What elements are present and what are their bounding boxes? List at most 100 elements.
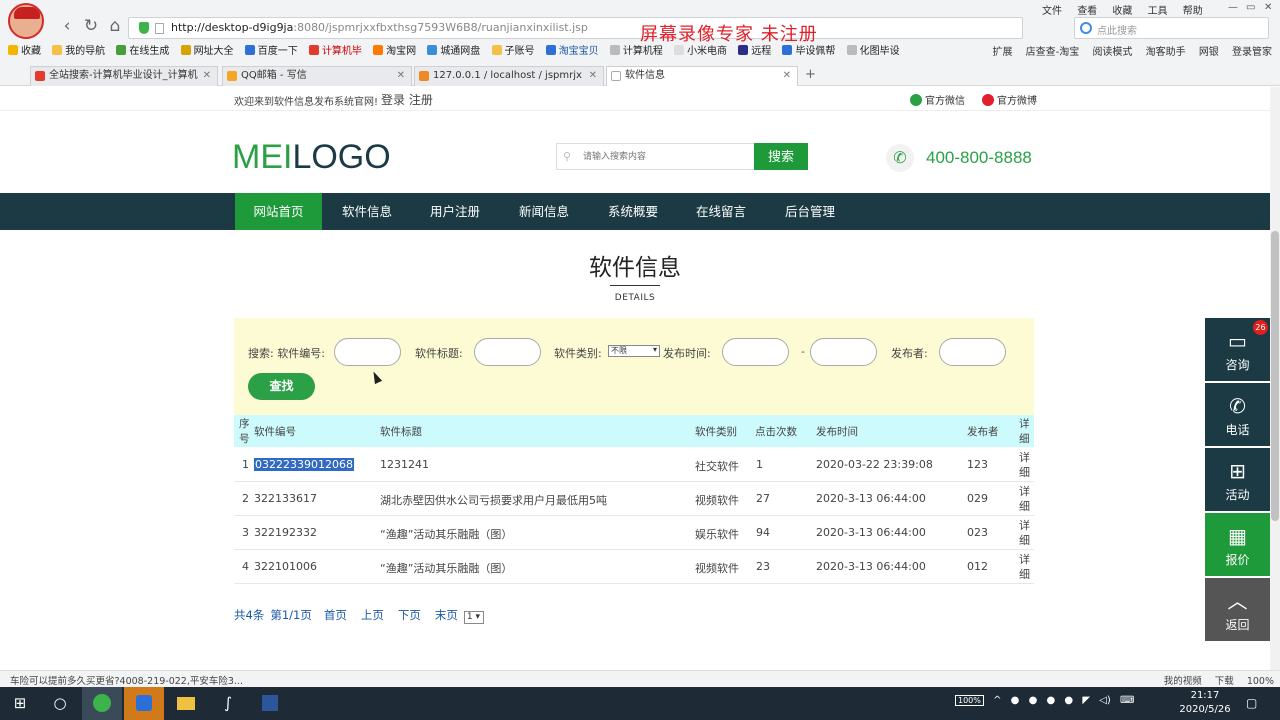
close-window-icon[interactable]: ✕ xyxy=(1264,2,1272,13)
detail-link[interactable]: 详细 xyxy=(1019,552,1031,582)
notification-icon[interactable]: ▢ xyxy=(1246,696,1257,710)
extension-button[interactable]: 网银 xyxy=(1199,47,1219,58)
bookmark-item[interactable]: 小米电商 xyxy=(674,43,727,61)
prev-page-link[interactable]: 上页 xyxy=(361,608,384,622)
address-bar[interactable]: http://desktop-d9ig9ja:8080/jspmrjxxfbxt… xyxy=(128,17,1023,39)
scrollbar-thumb[interactable] xyxy=(1271,231,1279,521)
bookmark-item[interactable]: 收藏 xyxy=(8,43,41,61)
start-icon[interactable]: ⊞ xyxy=(0,687,40,720)
new-tab-icon[interactable]: + xyxy=(805,67,816,82)
menu-tools[interactable]: 工具 xyxy=(1148,6,1168,17)
bookmark-item[interactable]: 子账号 xyxy=(491,43,535,61)
eclipse-icon[interactable]: ∫ xyxy=(208,687,248,720)
float-activity-button[interactable]: ⊞ 活动 xyxy=(1205,448,1270,511)
ad-ticker[interactable]: 车险可以提前多久买更省?4008-219-022,平安车险3... xyxy=(10,673,243,687)
nav-news[interactable]: 新闻信息 xyxy=(503,193,585,230)
nav-overview[interactable]: 系统概要 xyxy=(592,193,674,230)
bookmark-item[interactable]: 网址大全 xyxy=(180,43,234,61)
first-page-link[interactable]: 首页 xyxy=(324,608,347,622)
page-scrollbar[interactable] xyxy=(1270,87,1280,670)
close-tab-icon[interactable]: ✕ xyxy=(397,67,405,85)
close-tab-icon[interactable]: ✕ xyxy=(589,67,597,85)
bookmark-item[interactable]: 化图毕设 xyxy=(846,43,900,61)
tray-app-icon[interactable]: ● xyxy=(1064,695,1073,706)
weibo-link[interactable]: 官方微博 xyxy=(982,92,1037,107)
url-text[interactable]: http://desktop-d9ig9ja:8080/jspmrjxxfbxt… xyxy=(171,21,588,34)
search-circle-icon[interactable]: ○ xyxy=(40,687,80,720)
refresh-icon[interactable]: ↻ xyxy=(82,17,100,35)
float-phone-button[interactable]: ✆ 电话 xyxy=(1205,383,1270,446)
bookmark-item[interactable]: 淘宝网 xyxy=(373,43,416,61)
home-icon[interactable]: ⌂ xyxy=(106,17,124,35)
site-search-input[interactable] xyxy=(583,149,753,165)
detail-link[interactable]: 详细 xyxy=(1019,450,1031,480)
zoom-level[interactable]: 100% xyxy=(1247,676,1274,687)
browser-search-box[interactable]: 点此搜索 xyxy=(1074,17,1269,39)
battery-icon[interactable]: 100% xyxy=(955,695,984,706)
minimize-icon[interactable]: — xyxy=(1228,2,1238,13)
bookmark-item[interactable]: 淘宝宝贝 xyxy=(545,43,599,61)
time-start-input[interactable] xyxy=(722,338,789,366)
title-filter-input[interactable] xyxy=(474,338,541,366)
extension-button[interactable]: 扩展 xyxy=(992,47,1012,58)
nav-message[interactable]: 在线留言 xyxy=(680,193,762,230)
my-video-button[interactable]: 我的视频 xyxy=(1164,676,1202,687)
nav-register[interactable]: 用户注册 xyxy=(414,193,496,230)
avatar[interactable] xyxy=(8,3,44,39)
close-tab-icon[interactable]: ✕ xyxy=(783,67,791,85)
nav-software[interactable]: 软件信息 xyxy=(326,193,408,230)
detail-link[interactable]: 详细 xyxy=(1019,484,1031,514)
last-page-link[interactable]: 末页 xyxy=(435,608,458,622)
app-taskbar-icon[interactable] xyxy=(124,687,164,720)
category-select[interactable]: 不限 xyxy=(608,345,660,357)
extension-button[interactable]: 阅读模式 xyxy=(1092,47,1132,58)
maximize-icon[interactable]: ▭ xyxy=(1246,2,1255,13)
bookmark-item[interactable]: 远程 xyxy=(738,43,771,61)
bookmark-item[interactable]: 在线生成 xyxy=(116,43,169,61)
code-filter-input[interactable] xyxy=(334,338,401,366)
network-icon[interactable]: ◤ xyxy=(1082,695,1090,706)
extension-button[interactable]: 淘客助手 xyxy=(1146,47,1186,58)
time-end-input[interactable] xyxy=(810,338,877,366)
browser-tab[interactable]: QQ邮箱 - 写信 ✕ xyxy=(222,66,412,86)
menu-help[interactable]: 帮助 xyxy=(1183,6,1203,17)
menu-favorites[interactable]: 收藏 xyxy=(1112,6,1132,17)
volume-icon[interactable]: ◁) xyxy=(1099,695,1111,706)
tray-app-icon[interactable]: ● xyxy=(1046,695,1055,706)
detail-link[interactable]: 详细 xyxy=(1019,518,1031,548)
site-search-button[interactable]: 搜索 xyxy=(754,143,808,170)
browser-tab[interactable]: 127.0.0.1 / localhost / jspmrjx ✕ xyxy=(414,66,604,86)
close-tab-icon[interactable]: ✕ xyxy=(203,67,211,85)
extension-button[interactable]: 登录管家 xyxy=(1232,47,1272,58)
tray-chevron-icon[interactable]: ^ xyxy=(993,695,1001,706)
float-consult-button[interactable]: ▭ 咨询 26 xyxy=(1205,318,1270,381)
download-button[interactable]: 下载 xyxy=(1215,676,1234,687)
bookmark-item[interactable]: 我的导航 xyxy=(52,43,105,61)
publisher-filter-input[interactable] xyxy=(939,338,1006,366)
page-select[interactable]: 1 ▾ xyxy=(463,611,484,624)
tray-app-icon[interactable]: ● xyxy=(1029,695,1038,706)
browser-taskbar-icon[interactable] xyxy=(82,687,122,720)
login-register-link[interactable]: 登录 注册 xyxy=(381,91,433,108)
back-icon[interactable]: ‹ xyxy=(58,17,76,35)
bookmark-item[interactable]: 计算机程 xyxy=(609,43,663,61)
bookmark-item[interactable]: 计算机毕 xyxy=(308,43,362,61)
menu-file[interactable]: 文件 xyxy=(1042,6,1062,17)
tray-app-icon[interactable]: ● xyxy=(1011,695,1020,706)
extension-button[interactable]: 店查查-淘宝 xyxy=(1026,47,1080,58)
word-icon[interactable] xyxy=(250,687,290,720)
wechat-link[interactable]: 官方微信 xyxy=(910,92,965,107)
bookmark-item[interactable]: 百度一下 xyxy=(244,43,298,61)
nav-home[interactable]: 网站首页 xyxy=(235,193,322,230)
menu-view[interactable]: 查看 xyxy=(1077,6,1097,17)
bookmark-item[interactable]: 城通网盘 xyxy=(427,43,480,61)
float-back-button[interactable]: ︿ 返回 xyxy=(1205,578,1270,641)
site-logo[interactable]: MEILOGO xyxy=(232,138,391,177)
find-button[interactable]: 查找 xyxy=(248,373,315,400)
float-quote-button[interactable]: ▦ 报价 xyxy=(1205,513,1270,576)
folder-icon[interactable] xyxy=(166,687,206,720)
bookmark-item[interactable]: 毕设佩帮 xyxy=(782,43,835,61)
browser-tab[interactable]: 全站搜索-计算机毕业设计_计算机 ✕ xyxy=(30,66,218,86)
ime-icon[interactable]: ⌨ xyxy=(1120,695,1134,706)
browser-tab-active[interactable]: 软件信息 ✕ xyxy=(606,66,798,86)
